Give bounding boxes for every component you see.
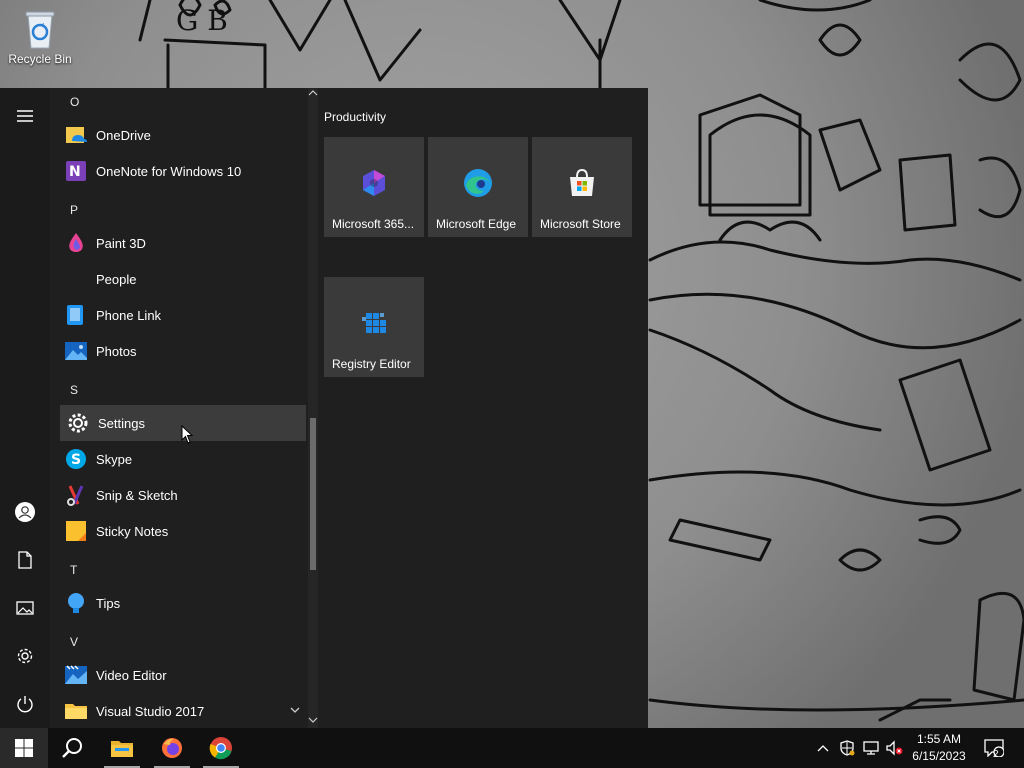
skype-icon: S xyxy=(66,449,86,469)
letter-header-v[interactable]: V xyxy=(70,635,78,649)
tile-microsoft-edge[interactable]: Microsoft Edge xyxy=(428,137,528,237)
documents-icon[interactable] xyxy=(9,544,41,576)
chrome-icon[interactable] xyxy=(197,728,245,768)
settings-icon xyxy=(68,413,88,433)
letter-header-o[interactable]: O xyxy=(70,95,79,109)
clock-time: 1:55 AM xyxy=(916,732,962,746)
scrollbar-thumb[interactable] xyxy=(310,418,316,570)
system-clock[interactable]: 1:55 AM 6/15/2023 xyxy=(906,731,972,765)
app-label: OneNote for Windows 10 xyxy=(96,163,242,179)
app-label: Skype xyxy=(96,451,133,467)
scroll-up-icon[interactable] xyxy=(308,89,318,99)
action-center-icon[interactable] xyxy=(980,728,1008,768)
app-sticky-notes[interactable]: Sticky Notes xyxy=(60,513,306,549)
svg-text:G B: G B xyxy=(176,4,228,37)
svg-text:S: S xyxy=(71,452,81,468)
microsoft-edge-icon xyxy=(464,169,492,197)
app-snip-sketch[interactable]: Snip & Sketch xyxy=(60,477,306,513)
folder-icon xyxy=(65,704,87,719)
chevron-down-icon[interactable] xyxy=(290,706,300,714)
mouse-cursor-icon xyxy=(181,425,194,444)
file-explorer-icon[interactable] xyxy=(98,728,146,768)
app-onenote[interactable]: N OneNote for Windows 10 xyxy=(60,153,306,189)
letter-header-t[interactable]: T xyxy=(70,563,77,577)
registry-editor-icon xyxy=(362,313,386,333)
tile-label: Microsoft 365... xyxy=(332,217,415,231)
show-hidden-icons-chevron-icon[interactable] xyxy=(814,728,832,768)
app-label: Photos xyxy=(96,343,137,359)
tips-icon xyxy=(68,593,84,613)
network-icon[interactable] xyxy=(861,728,881,768)
power-icon[interactable] xyxy=(9,688,41,720)
hamburger-menu-icon[interactable] xyxy=(9,100,41,132)
start-button[interactable] xyxy=(0,728,48,768)
notification-count-badge: 2 xyxy=(993,749,999,760)
app-label: OneDrive xyxy=(96,127,151,143)
app-people[interactable]: People xyxy=(60,261,306,297)
app-list-scrollbar[interactable] xyxy=(308,88,318,728)
tile-microsoft-365[interactable]: Microsoft 365... xyxy=(324,137,424,237)
tile-group-title[interactable]: Productivity xyxy=(324,110,386,124)
app-label: Paint 3D xyxy=(96,235,146,251)
recycle-bin-icon xyxy=(22,6,58,50)
settings-gear-icon[interactable] xyxy=(9,640,41,672)
paint-3d-icon xyxy=(69,233,83,252)
tile-label: Registry Editor xyxy=(332,357,411,371)
recycle-bin-label: Recycle Bin xyxy=(8,52,72,66)
scroll-down-icon[interactable] xyxy=(308,716,318,726)
svg-text:N: N xyxy=(69,164,81,180)
letter-header-p[interactable]: P xyxy=(70,203,78,217)
tile-label: Microsoft Edge xyxy=(436,217,517,231)
app-label: People xyxy=(96,271,137,287)
tile-registry-editor[interactable]: Registry Editor xyxy=(324,277,424,377)
app-skype[interactable]: S Skype xyxy=(60,441,306,477)
sticky-notes-icon xyxy=(66,521,86,541)
app-video-editor[interactable]: Video Editor xyxy=(60,657,306,693)
clock-date: 6/15/2023 xyxy=(912,749,966,763)
phone-link-icon xyxy=(67,305,83,325)
app-label: Settings xyxy=(98,415,145,431)
app-label: Snip & Sketch xyxy=(96,487,178,503)
people-icon xyxy=(64,267,88,291)
pictures-icon[interactable] xyxy=(9,592,41,624)
microsoft-365-icon xyxy=(363,170,385,196)
onedrive-icon xyxy=(66,127,87,143)
app-label: Phone Link xyxy=(96,307,162,323)
search-icon[interactable] xyxy=(48,728,96,768)
firefox-icon[interactable] xyxy=(148,728,196,768)
app-photos[interactable]: Photos xyxy=(60,333,306,369)
app-phone-link[interactable]: Phone Link xyxy=(60,297,306,333)
onenote-icon: N xyxy=(66,161,86,181)
app-tips[interactable]: Tips xyxy=(60,585,306,621)
security-shield-icon[interactable] xyxy=(838,728,856,768)
start-rail xyxy=(0,88,50,728)
windows-logo-icon xyxy=(15,739,33,757)
tile-microsoft-store[interactable]: Microsoft Store xyxy=(532,137,632,237)
volume-muted-icon[interactable] xyxy=(884,728,906,768)
recycle-bin-shortcut[interactable]: Recycle Bin xyxy=(6,6,74,66)
taskbar: 1:55 AM 6/15/2023 xyxy=(0,728,1024,768)
app-list: O OneDrive N OneNote for Windows 10 P Pa… xyxy=(50,88,308,728)
app-label: Tips xyxy=(96,595,121,611)
photos-icon xyxy=(65,342,87,360)
app-paint-3d[interactable]: Paint 3D xyxy=(60,225,306,261)
video-editor-icon xyxy=(65,665,87,684)
letter-header-s[interactable]: S xyxy=(70,383,78,397)
user-icon[interactable] xyxy=(9,496,41,528)
app-label: Visual Studio 2017 xyxy=(96,703,205,719)
snip-sketch-icon xyxy=(67,485,84,506)
app-onedrive[interactable]: OneDrive xyxy=(60,117,306,153)
tile-label: Microsoft Store xyxy=(540,217,621,231)
app-visual-studio-2017[interactable]: Visual Studio 2017 xyxy=(60,693,306,728)
start-menu: O OneDrive N OneNote for Windows 10 P Pa… xyxy=(0,88,648,728)
microsoft-store-icon xyxy=(570,168,594,196)
app-label: Video Editor xyxy=(96,667,167,683)
app-label: Sticky Notes xyxy=(96,523,169,539)
